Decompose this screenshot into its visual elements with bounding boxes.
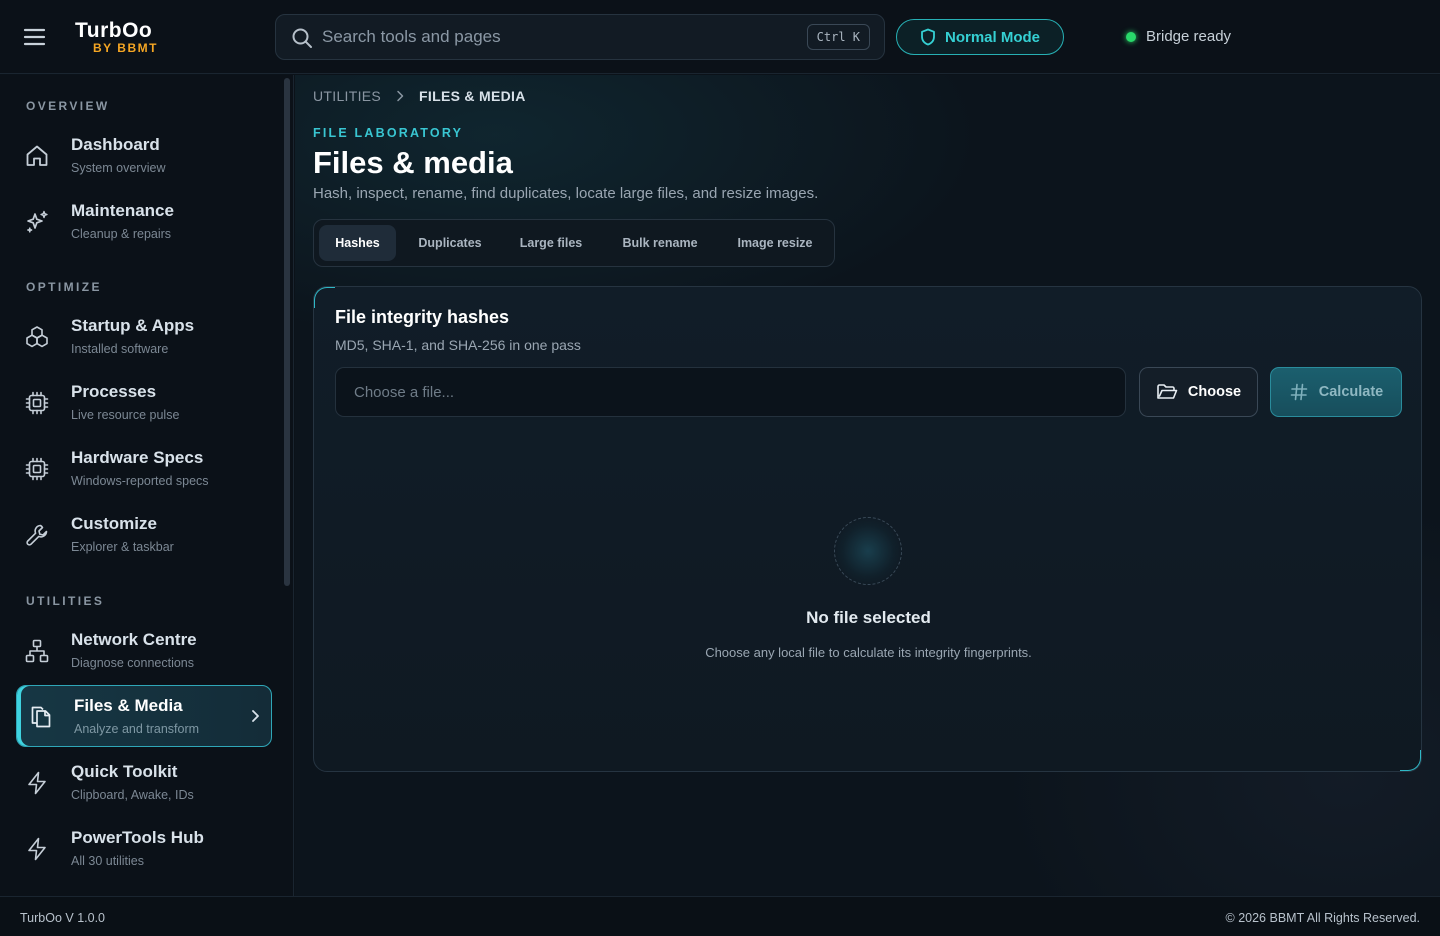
section-label-overview: OVERVIEW — [26, 99, 110, 113]
tab-bulk-rename[interactable]: Bulk rename — [604, 225, 716, 261]
page-title: Files & media — [313, 145, 513, 180]
sidebar-item-dashboard[interactable]: Dashboard System overview — [16, 125, 272, 187]
sidebar-item-title: Processes — [71, 382, 157, 401]
sidebar-item-title: Startup & Apps — [71, 316, 195, 335]
section-label-utilities: UTILITIES — [26, 594, 105, 608]
cpu-icon — [24, 390, 50, 416]
choose-file-button[interactable]: Choose — [1139, 367, 1258, 417]
sidebar-item-subtitle: All 30 utilities — [71, 854, 144, 868]
breadcrumb: UTILITIES FILES & MEDIA — [313, 88, 526, 104]
sidebar-item-title: Quick Toolkit — [71, 762, 178, 781]
empty-state-title: No file selected — [806, 608, 931, 627]
sidebar-item-title: Dashboard — [71, 135, 160, 154]
sidebar-item-subtitle: Windows-reported specs — [71, 474, 209, 488]
footer: TurbOo V 1.0.0 © 2026 BBMT All Rights Re… — [0, 896, 1440, 936]
hamburger-menu-icon[interactable] — [22, 25, 48, 49]
sidebar-item-subtitle: Clipboard, Awake, IDs — [71, 788, 194, 802]
brand-sub: BY BBMT — [93, 41, 158, 55]
empty-state-subtitle: Choose any local file to calculate its i… — [705, 645, 1032, 660]
sidebar-item-quick-toolkit[interactable]: Quick Toolkit Clipboard, Awake, IDs — [16, 752, 272, 814]
main-content: UTILITIES FILES & MEDIA FILE LABORATORY … — [295, 75, 1440, 896]
bridge-status: Bridge ready — [1126, 28, 1231, 45]
chevron-right-icon — [395, 90, 405, 102]
tab-large-files[interactable]: Large files — [502, 225, 600, 261]
mode-toggle-button[interactable]: Normal Mode — [896, 19, 1064, 55]
breadcrumb-parent[interactable]: UTILITIES — [313, 88, 381, 104]
search-bar[interactable]: Ctrl K — [275, 14, 885, 60]
status-dot-icon — [1126, 31, 1136, 42]
top-bar: TurbOo BY BBMT Ctrl K Normal Mode Bridge… — [0, 0, 1440, 74]
tab-bar: Hashes Duplicates Large files Bulk renam… — [313, 219, 835, 267]
mode-label: Normal Mode — [944, 28, 1040, 46]
folder-open-icon — [1156, 382, 1178, 402]
tab-duplicates[interactable]: Duplicates — [402, 225, 498, 261]
sidebar-item-files-media[interactable]: Files & Media Analyze and transform — [16, 685, 272, 747]
boxes-icon — [24, 324, 50, 350]
sidebar-item-subtitle: Explorer & taskbar — [71, 540, 174, 554]
sidebar-item-subtitle: Installed software — [71, 342, 169, 356]
sidebar-item-subtitle: Diagnose connections — [71, 656, 194, 670]
sidebar-item-title: Network Centre — [71, 630, 197, 649]
network-icon — [24, 638, 50, 664]
sidebar-item-subtitle: Analyze and transform — [74, 722, 200, 736]
card-subtitle: MD5, SHA-1, and SHA-256 in one pass — [335, 337, 581, 353]
section-label-optimize: OPTIMIZE — [26, 280, 102, 294]
search-shortcut-badge: Ctrl K — [806, 24, 870, 50]
wrench-icon — [24, 522, 50, 548]
shield-icon — [920, 28, 936, 46]
sidebar-item-title: PowerTools Hub — [71, 828, 204, 847]
sidebar-item-powertools-hub[interactable]: PowerTools Hub All 30 utilities — [16, 818, 272, 880]
tab-image-resize[interactable]: Image resize — [720, 225, 830, 261]
sidebar-item-subtitle: Cleanup & repairs — [71, 227, 172, 241]
hash-icon — [1289, 382, 1309, 402]
calculate-button[interactable]: Calculate — [1270, 367, 1402, 417]
empty-state-icon — [834, 517, 902, 585]
breadcrumb-current: FILES & MEDIA — [419, 88, 526, 104]
sidebar-item-title: Files & Media — [74, 696, 183, 715]
bolt-icon — [24, 836, 50, 862]
calculate-label: Calculate — [1318, 384, 1384, 400]
chevron-right-icon — [249, 709, 261, 723]
home-icon — [24, 143, 50, 169]
chip-icon — [24, 456, 50, 482]
sidebar-scrollbar[interactable] — [284, 78, 290, 586]
bolt-icon — [24, 770, 50, 796]
sidebar-item-network-centre[interactable]: Network Centre Diagnose connections — [16, 620, 272, 682]
sidebar-item-processes[interactable]: Processes Live resource pulse — [16, 372, 272, 434]
card-title: File integrity hashes — [335, 307, 510, 327]
sidebar-item-customize[interactable]: Customize Explorer & taskbar — [16, 504, 272, 566]
app-version: TurbOo V 1.0.0 — [20, 911, 105, 925]
card-corner-accent — [314, 287, 335, 308]
brand-name: TurbOo — [75, 19, 153, 42]
sidebar-item-subtitle: Live resource pulse — [71, 408, 180, 422]
page-subtitle: Hash, inspect, rename, find duplicates, … — [313, 185, 819, 202]
search-input[interactable] — [322, 15, 792, 59]
sidebar-item-title: Hardware Specs — [71, 448, 204, 467]
sidebar-item-startup-apps[interactable]: Startup & Apps Installed software — [16, 306, 272, 368]
sidebar-item-maintenance[interactable]: Maintenance Cleanup & repairs — [16, 191, 272, 253]
sidebar: OVERVIEW Dashboard System overview Maint… — [0, 75, 294, 896]
hash-card: File integrity hashes MD5, SHA-1, and SH… — [313, 286, 1422, 772]
copy-icon — [28, 704, 54, 730]
page-eyebrow: FILE LABORATORY — [313, 126, 464, 140]
brand-logo[interactable]: TurbOo BY BBMT — [75, 20, 158, 55]
sparkles-icon — [24, 209, 50, 235]
card-corner-accent — [1400, 750, 1421, 771]
choose-label: Choose — [1187, 384, 1242, 400]
bridge-status-label: Bridge ready — [1146, 28, 1232, 45]
sidebar-item-title: Customize — [71, 514, 157, 533]
search-icon — [291, 27, 313, 49]
sidebar-item-title: Maintenance — [71, 201, 174, 220]
sidebar-item-subtitle: System overview — [71, 161, 166, 175]
sidebar-item-hardware-specs[interactable]: Hardware Specs Windows-reported specs — [16, 438, 272, 500]
file-path-input[interactable] — [335, 367, 1126, 417]
copyright: © 2026 BBMT All Rights Reserved. — [1225, 911, 1420, 925]
tab-hashes[interactable]: Hashes — [319, 225, 396, 261]
